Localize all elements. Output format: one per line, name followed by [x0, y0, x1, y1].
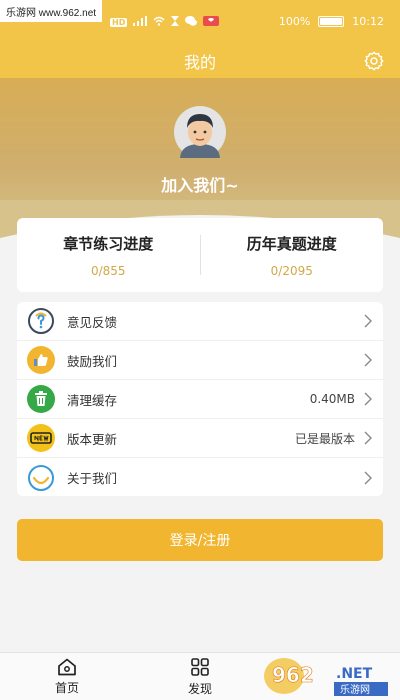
chapter-progress[interactable]: 章节练习进度 0/855 [17, 233, 200, 278]
chevron-right-icon [364, 353, 372, 367]
menu-label: 版本更新 [67, 431, 118, 447]
thumbs-up-icon [27, 346, 55, 374]
wifi-icon [153, 16, 165, 29]
menu-item-encourage[interactable]: 鼓励我们 [17, 341, 383, 380]
app-notification-icon [203, 16, 220, 29]
login-register-button[interactable]: 登录/注册 [17, 519, 383, 561]
progress-title: 章节练习进度 [63, 234, 154, 253]
wechat-icon [185, 16, 198, 29]
app-header: 我的 [0, 44, 400, 78]
feedback-icon [27, 307, 55, 335]
chevron-right-icon [364, 392, 372, 406]
menu-label: 鼓励我们 [67, 353, 118, 369]
menu-item-feedback[interactable]: 意见反馈 [17, 302, 383, 341]
cache-size: 0.40MB [309, 392, 355, 406]
menu-list: 意见反馈 鼓励我们 清理缓存 0.40MB 版本更新 已是最版本 关于我们 [17, 302, 383, 496]
progress-value: 0/2095 [270, 263, 313, 278]
menu-item-about[interactable]: 关于我们 [17, 458, 383, 497]
gear-icon [364, 51, 384, 71]
smile-icon [27, 464, 55, 492]
menu-label: 意见反馈 [67, 314, 118, 330]
progress-title: 历年真题进度 [246, 234, 337, 253]
tab-label: 首页 [54, 681, 79, 695]
chevron-right-icon [364, 471, 372, 484]
status-right: 100% 10:12 [279, 15, 384, 28]
menu-item-clear-cache[interactable]: 清理缓存 0.40MB [17, 380, 383, 419]
tab-discover[interactable]: 发现 [155, 653, 245, 700]
battery-percent: 100% [278, 15, 311, 28]
page-title: 我的 [183, 53, 216, 72]
hd-badge: HD [110, 18, 128, 27]
chevron-right-icon [364, 431, 372, 445]
menu-label: 清理缓存 [67, 392, 118, 408]
watermark: 乐游网 www.962.net [0, 0, 103, 22]
logo-suffix: .NET [336, 666, 373, 682]
progress-card: 章节练习进度 0/855 历年真题进度 0/2095 [17, 218, 383, 292]
avatar-illustration [174, 106, 226, 158]
menu-item-version-update[interactable]: 版本更新 已是最版本 [17, 419, 383, 458]
status-icons: HD [110, 16, 220, 29]
grid-icon [191, 658, 209, 676]
hourglass-icon [171, 16, 180, 29]
watermark-logo: 962 .NET 乐游网 [264, 658, 388, 696]
logo-number: 962 [272, 663, 314, 687]
logo-tagline: 乐游网 [340, 683, 370, 696]
avatar[interactable] [167, 106, 233, 158]
menu-label: 关于我们 [67, 471, 118, 486]
tab-label: 发现 [187, 682, 212, 696]
clock: 10:12 [352, 15, 384, 28]
signal-icon [133, 16, 148, 29]
battery-icon [318, 16, 345, 27]
new-badge-icon [27, 424, 55, 452]
join-prompt[interactable]: 加入我们~ [0, 172, 400, 196]
version-status: 已是最版本 [294, 431, 355, 446]
progress-value: 0/855 [90, 263, 126, 278]
settings-button[interactable] [360, 47, 388, 75]
chevron-right-icon [364, 314, 372, 328]
status-bar: 乐游网 www.962.net HD 100% 10:12 [0, 0, 400, 44]
home-icon [58, 658, 76, 676]
trash-icon [27, 385, 55, 413]
tab-home[interactable]: 首页 [22, 653, 112, 700]
past-exam-progress[interactable]: 历年真题进度 0/2095 [201, 233, 384, 278]
